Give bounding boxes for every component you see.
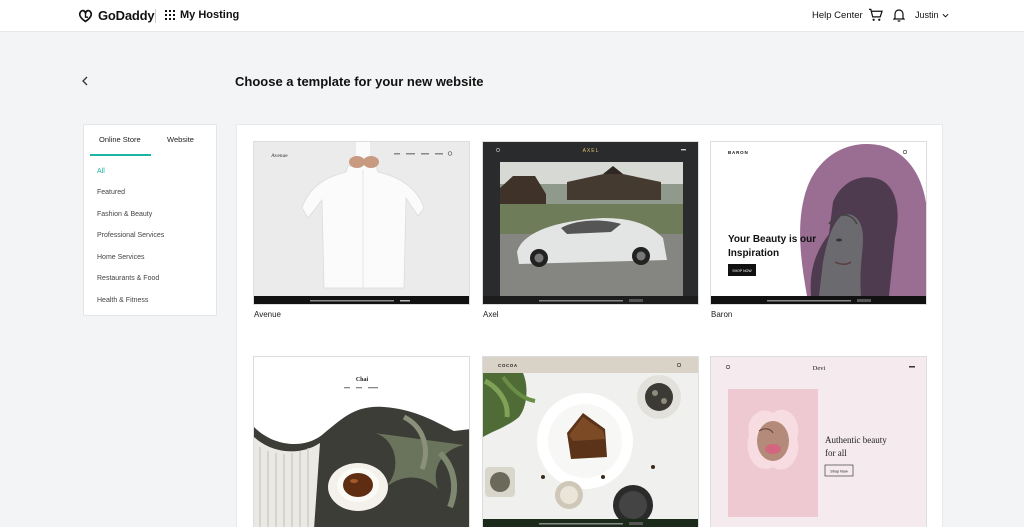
chevron-down-icon — [942, 13, 949, 18]
baron-cta: SHOP NOW — [732, 269, 752, 273]
category-home-services[interactable]: Home Services — [97, 254, 144, 261]
godaddy-logo-icon — [78, 9, 93, 23]
category-restaurants-food[interactable]: Restaurants & Food — [97, 275, 159, 282]
cocoa-brand: COCOA — [498, 363, 518, 368]
chai-preview-image: Chai — [254, 357, 469, 527]
page-title: Choose a template for your new website — [235, 74, 484, 89]
template-preview: Avenue — [253, 141, 470, 305]
devi-cta: Shop Now — [830, 470, 848, 474]
top-bar: GoDaddy My Hosting Help Center Justin — [0, 0, 1024, 32]
logo-text: GoDaddy — [98, 8, 155, 23]
baron-brand: BARON — [728, 150, 749, 155]
header-divider — [155, 9, 156, 23]
template-preview: AXEL — [482, 141, 699, 305]
store-type-tabs: Online Store Website — [84, 125, 216, 157]
bell-icon[interactable] — [893, 8, 905, 22]
category-health-fitness[interactable]: Health & Fitness — [97, 297, 148, 304]
user-menu[interactable]: Justin — [915, 10, 949, 20]
template-name: Axel — [483, 310, 499, 319]
category-professional-services[interactable]: Professional Services — [97, 232, 164, 239]
category-fashion-beauty[interactable]: Fashion & Beauty — [97, 211, 152, 218]
template-preview: Chai — [253, 356, 470, 527]
tab-website[interactable]: Website — [167, 135, 194, 144]
help-center-link[interactable]: Help Center — [812, 10, 863, 21]
cocoa-preview-image: COCOA — [483, 357, 698, 527]
template-name: Avenue — [254, 310, 281, 319]
devi-preview-image: Devi Authentic beauty for all Shop Now — [711, 357, 926, 527]
avenue-brand: Avenue — [271, 153, 288, 159]
baron-preview-image: BARON Your Beauty is our Inspiration SHO… — [711, 142, 926, 304]
active-tab-indicator — [90, 154, 151, 156]
cart-icon[interactable] — [868, 8, 883, 22]
axel-brand: AXEL — [583, 148, 600, 154]
avenue-preview-image: Avenue — [254, 142, 469, 304]
tab-online-store[interactable]: Online Store — [99, 135, 141, 144]
chai-brand: Chai — [356, 377, 369, 383]
category-featured[interactable]: Featured — [97, 189, 125, 196]
axel-preview-image: AXEL — [483, 142, 698, 304]
category-sidebar: Online Store Website All Featured Fashio… — [83, 124, 217, 316]
my-hosting-label: My Hosting — [180, 9, 240, 21]
template-grid: Avenue Avenue AXEL Axel BARON Your Beaut… — [236, 124, 943, 527]
category-all[interactable]: All — [97, 168, 105, 175]
godaddy-logo[interactable]: GoDaddy — [77, 7, 155, 24]
template-preview: Devi Authentic beauty for all Shop Now — [710, 356, 927, 527]
template-name: Baron — [711, 310, 733, 319]
my-hosting-menu[interactable]: My Hosting — [165, 9, 239, 21]
back-chevron-icon[interactable] — [81, 76, 89, 86]
devi-brand: Devi — [813, 365, 826, 372]
template-preview: COCOA — [482, 356, 699, 527]
user-name: Justin — [915, 10, 939, 20]
apps-grid-icon — [165, 10, 175, 20]
template-preview: BARON Your Beauty is our Inspiration SHO… — [710, 141, 927, 305]
